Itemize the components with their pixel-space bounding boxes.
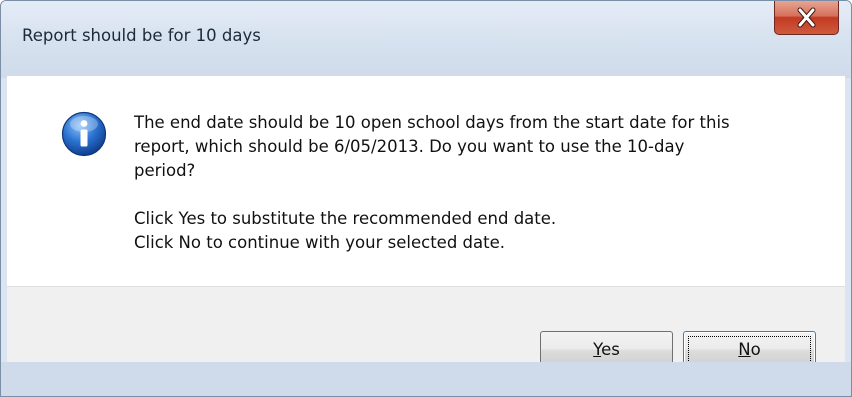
message-line: The end date should be 10 open school da… xyxy=(134,113,730,132)
dialog-content: The end date should be 10 open school da… xyxy=(7,76,845,368)
message-line: Click No to continue with your selected … xyxy=(134,233,505,252)
no-accelerator: N xyxy=(738,340,751,359)
window-title: Report should be for 10 days xyxy=(22,26,261,45)
dialog-message: The end date should be 10 open school da… xyxy=(134,111,834,255)
button-bar: Yes No xyxy=(7,286,845,368)
message-line: Click Yes to substitute the recommended … xyxy=(134,209,557,228)
no-label-rest: o xyxy=(750,340,761,359)
title-bar: Report should be for 10 days xyxy=(1,1,851,78)
window-bottom-frame xyxy=(1,362,851,396)
message-line: report, which should be 6/05/2013. Do yo… xyxy=(134,137,685,156)
information-icon xyxy=(61,111,107,157)
yes-label-rest: es xyxy=(601,340,620,359)
message-area: The end date should be 10 open school da… xyxy=(7,76,845,286)
close-icon xyxy=(797,7,816,28)
yes-accelerator: Y xyxy=(593,340,602,359)
no-button-label: No xyxy=(738,340,760,359)
message-line: period? xyxy=(134,161,196,180)
close-button[interactable] xyxy=(774,1,839,35)
dialog-window: Report should be for 10 days The end dat… xyxy=(0,0,852,397)
yes-button-label: Yes xyxy=(593,340,620,359)
